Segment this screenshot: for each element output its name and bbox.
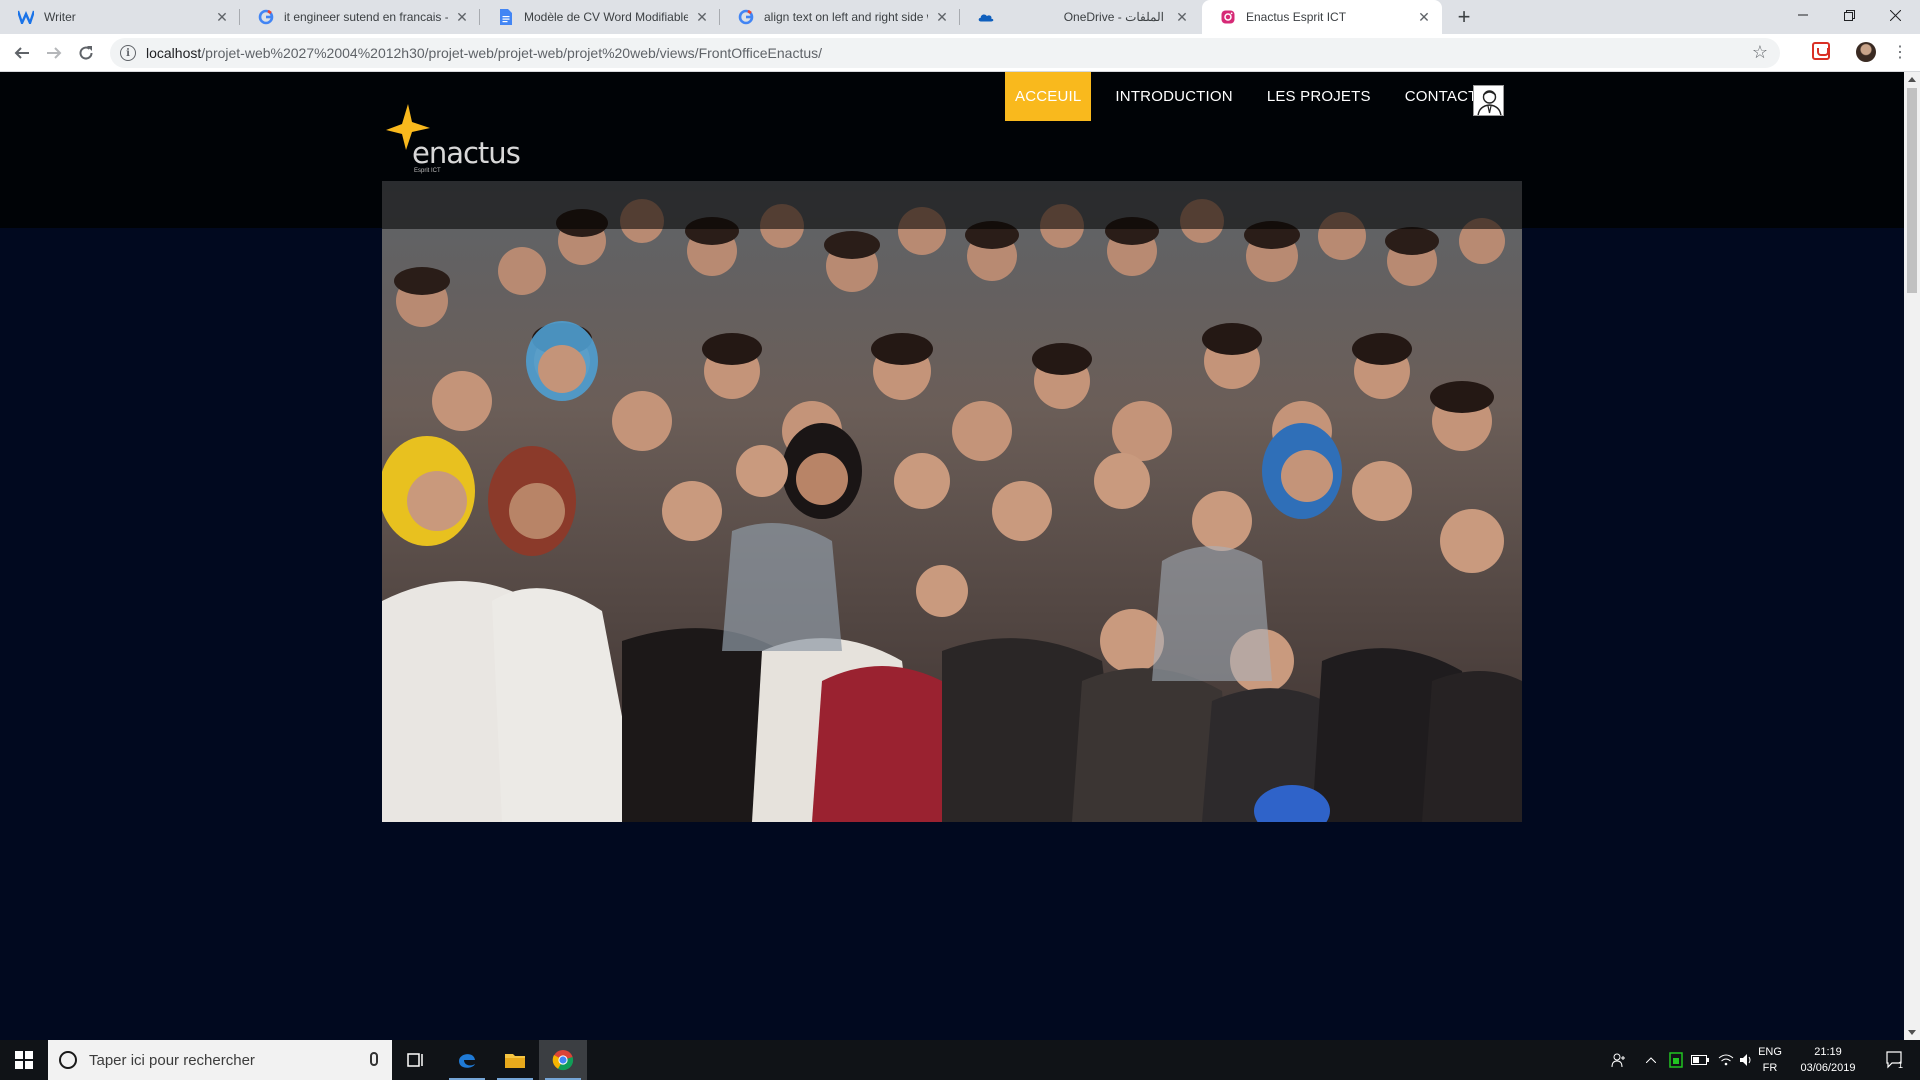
back-arrow-icon[interactable] <box>10 41 34 65</box>
google-docs-icon <box>498 9 514 25</box>
page-scrollbar[interactable] <box>1904 72 1920 1040</box>
battery-icon[interactable] <box>1688 1040 1712 1080</box>
taskbar-clock[interactable]: 21:19 03/06/2019 <box>1786 1044 1870 1076</box>
user-account-icon[interactable] <box>1473 85 1504 116</box>
close-icon[interactable]: ✕ <box>934 9 950 25</box>
scroll-up-arrow-icon[interactable] <box>1908 77 1916 82</box>
battery-app-icon[interactable] <box>1664 1040 1688 1080</box>
windows-start-icon[interactable] <box>0 1040 48 1080</box>
search-placeholder: Taper ici pour rechercher <box>89 1051 255 1069</box>
lang-primary: ENG <box>1758 1046 1782 1058</box>
forward-arrow-icon[interactable] <box>42 41 66 65</box>
nav-item-les-projets[interactable]: LES PROJETS <box>1257 72 1381 121</box>
google-icon <box>738 9 754 25</box>
logo-subtext: Esprit ICT <box>414 168 441 174</box>
tab-strip: Writer ✕ it engineer sutend en francais … <box>0 0 1920 34</box>
action-center-icon[interactable]: 1 <box>1876 1040 1916 1080</box>
edge-browser-icon[interactable] <box>443 1040 491 1080</box>
nav-item-introduction[interactable]: INTRODUCTION <box>1105 72 1242 121</box>
url-host: localhost <box>146 45 202 61</box>
file-explorer-icon[interactable] <box>491 1040 539 1080</box>
task-view-icon[interactable] <box>392 1040 440 1080</box>
reload-icon[interactable] <box>74 41 98 65</box>
address-bar[interactable]: i localhost/projet-web%2027%2004%2012h30… <box>110 38 1780 68</box>
close-icon[interactable]: ✕ <box>694 9 710 25</box>
enactus-logo[interactable]: enactus Esprit ICT <box>386 104 526 178</box>
clock-date: 03/06/2019 <box>1800 1062 1856 1074</box>
input-language-indicator[interactable]: ENG FR <box>1756 1044 1784 1076</box>
scroll-down-arrow-icon[interactable] <box>1908 1030 1916 1035</box>
new-tab-plus-icon[interactable]: + <box>1452 4 1476 29</box>
tab-enactus-active[interactable]: Enactus Esprit ICT ✕ <box>1202 0 1442 34</box>
taskbar-search-input[interactable]: Taper ici pour rechercher <box>48 1040 392 1080</box>
wifi-icon[interactable] <box>1714 1040 1738 1080</box>
onedrive-icon <box>978 9 994 25</box>
tab-title: Modèle de CV Word Modifiable ( <box>524 10 688 24</box>
browser-toolbar: i localhost/projet-web%2027%2004%2012h30… <box>0 34 1920 72</box>
main-nav: ACCEUIL INTRODUCTION LES PROJETS CONTACT <box>1005 72 1502 121</box>
tab-onedrive[interactable]: OneDrive - الملفات ✕ <box>960 0 1200 34</box>
tab-google-search-1[interactable]: it engineer sutend en francais - R ✕ <box>240 0 480 34</box>
chevron-up-icon[interactable] <box>1640 1040 1662 1080</box>
tab-title: Enactus Esprit ICT <box>1246 10 1347 24</box>
close-icon[interactable]: ✕ <box>1416 9 1432 25</box>
chrome-browser-icon[interactable] <box>539 1040 587 1080</box>
close-icon[interactable]: ✕ <box>454 9 470 25</box>
tab-title: it engineer sutend en francais - R <box>284 10 448 24</box>
header-overlay <box>382 181 1522 229</box>
clock-time: 21:19 <box>1814 1046 1842 1058</box>
bookmark-star-icon[interactable]: ☆ <box>1752 42 1768 63</box>
tab-title: align text on left and right side w <box>764 10 928 24</box>
tab-cv-template[interactable]: Modèle de CV Word Modifiable ( ✕ <box>480 0 720 34</box>
tab-title: Writer <box>44 10 76 24</box>
microphone-icon[interactable] <box>370 1052 378 1066</box>
tab-title: OneDrive - الملفات <box>1063 10 1164 24</box>
close-icon[interactable]: ✕ <box>214 9 230 25</box>
lang-secondary: FR <box>1762 1062 1778 1074</box>
page-viewport: enactus Esprit ICT ACCEUIL INTRODUCTION … <box>0 72 1904 1040</box>
windows-taskbar: Taper ici pour rechercher ENG FR 21:19 0… <box>0 1040 1920 1080</box>
window-close-icon[interactable] <box>1872 0 1918 30</box>
notification-count: 1 <box>1898 1060 1904 1070</box>
instagram-icon <box>1220 9 1236 25</box>
minimize-icon[interactable] <box>1780 0 1826 30</box>
restore-icon[interactable] <box>1826 0 1872 30</box>
nav-item-acceuil[interactable]: ACCEUIL <box>1005 72 1092 121</box>
tab-google-search-2[interactable]: align text on left and right side w ✕ <box>720 0 960 34</box>
site-info-icon[interactable]: i <box>120 45 136 61</box>
url-path: /projet-web%2027%2004%2012h30/projet-web… <box>201 45 823 61</box>
logo-wordmark: enactus <box>412 136 521 170</box>
scrollbar-thumb[interactable] <box>1907 88 1917 293</box>
cortana-circle-icon <box>59 1051 77 1069</box>
profile-avatar[interactable] <box>1856 42 1876 62</box>
writer-w-icon <box>18 9 34 25</box>
tab-writer[interactable]: Writer ✕ <box>0 0 240 34</box>
volume-icon[interactable] <box>1736 1040 1758 1080</box>
close-icon[interactable]: ✕ <box>1174 9 1190 25</box>
menu-kebab-icon[interactable]: ⋮ <box>1890 42 1910 62</box>
people-icon[interactable] <box>1604 1040 1634 1080</box>
pocket-extension-icon[interactable] <box>1812 42 1830 60</box>
google-icon <box>258 9 274 25</box>
hero-group-photo <box>382 181 1522 822</box>
